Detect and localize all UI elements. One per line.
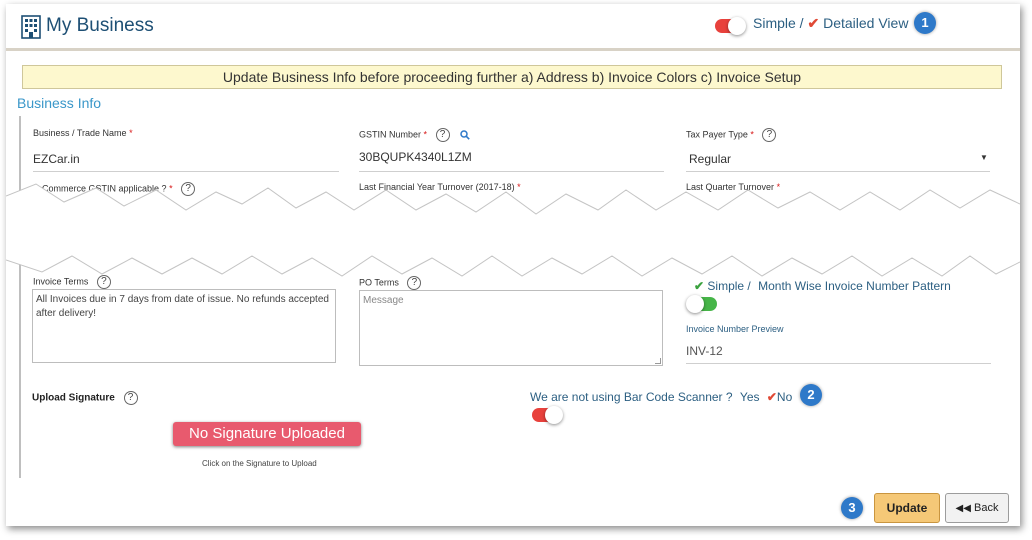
po-terms-placeholder: Message (363, 295, 404, 306)
invoice-preview-underline (686, 363, 991, 364)
po-terms-textarea[interactable]: Message (359, 290, 663, 366)
step-badge-1: 1 (914, 12, 936, 34)
gstin-input[interactable]: 30BQUPK4340L1ZM (359, 150, 472, 164)
view-detailed-label[interactable]: Detailed View (823, 15, 908, 31)
signature-upload-hint: Click on the Signature to Upload (202, 459, 317, 468)
back-icon: ◀◀ (955, 503, 971, 514)
po-terms-label: PO Terms ? (359, 276, 422, 290)
help-icon[interactable]: ? (407, 276, 422, 290)
barcode-scanner-toggle[interactable] (532, 406, 563, 424)
toggle-knob (545, 406, 563, 424)
step-badge-3: 3 (841, 497, 863, 519)
top-bar-divider (6, 48, 1020, 51)
barcode-no-label[interactable]: No (777, 390, 792, 404)
taxpayer-type-label: Tax Payer Type * ? (686, 128, 777, 142)
top-bar: My Business Simple / ✔ Detailed View 1 (6, 4, 1020, 48)
search-icon[interactable] (460, 130, 470, 140)
help-icon[interactable]: ? (96, 275, 111, 289)
back-button-label: Back (973, 502, 999, 514)
update-info-notice: Update Business Info before proceeding f… (22, 65, 1002, 89)
view-mode-toggle[interactable] (715, 17, 746, 35)
checkmark-icon: ✔ (766, 390, 777, 404)
building-icon (21, 15, 41, 39)
update-button[interactable]: Update (874, 493, 940, 523)
resize-handle[interactable] (655, 358, 661, 364)
invoice-terms-textarea[interactable]: All Invoices due in 7 days from date of … (32, 289, 336, 363)
barcode-yes-label[interactable]: Yes (740, 390, 760, 404)
gstin-label: GSTIN Number * ? (359, 128, 470, 142)
view-mode-label: Simple / ✔ Detailed View (753, 15, 908, 32)
taxpayer-type-underline (686, 171, 990, 172)
trade-name-input[interactable]: EZCar.in (33, 152, 80, 166)
page-title: My Business (46, 15, 154, 36)
trade-name-underline (33, 171, 339, 172)
view-simple-label[interactable]: Simple / (753, 15, 804, 31)
business-form-card: My Business Simple / ✔ Detailed View 1 U… (6, 4, 1020, 526)
section-title-business-info: Business Info (17, 95, 102, 111)
invoice-terms-label: Invoice Terms ? (33, 275, 111, 289)
dropdown-caret-icon[interactable]: ▼ (980, 153, 988, 162)
step-badge-2: 2 (800, 384, 822, 406)
toggle-knob (686, 295, 704, 313)
invoice-pattern-toggle[interactable] (686, 295, 717, 313)
pattern-month-wise-label[interactable]: Month Wise Invoice Number Pattern (758, 279, 951, 293)
checkmark-icon: ✔ (807, 15, 820, 31)
help-icon[interactable]: ? (762, 128, 777, 142)
help-icon[interactable]: ? (435, 128, 450, 142)
help-icon[interactable]: ? (123, 391, 138, 405)
taxpayer-type-select[interactable]: Regular (689, 152, 731, 166)
section-left-rule (19, 116, 21, 478)
toggle-knob (728, 17, 746, 35)
pattern-simple-label[interactable]: Simple / (707, 279, 750, 293)
gstin-underline (359, 171, 664, 172)
torn-section-overlay (6, 183, 1020, 277)
signature-upload-button[interactable]: No Signature Uploaded (173, 422, 361, 446)
upload-signature-label: Upload Signature ? (32, 391, 138, 405)
invoice-preview-label: Invoice Number Preview (686, 324, 784, 334)
invoice-preview-value: INV-12 (686, 344, 723, 358)
back-button[interactable]: ◀◀ Back (945, 493, 1009, 523)
checkmark-icon: ✔ (694, 279, 705, 293)
invoice-pattern-label: ✔ Simple / Month Wise Invoice Number Pat… (694, 279, 951, 293)
barcode-question: We are not using Bar Code Scanner ? (530, 390, 733, 404)
trade-name-label: Business / Trade Name * (33, 128, 133, 138)
barcode-scanner-label: We are not using Bar Code Scanner ? Yes … (530, 390, 792, 404)
